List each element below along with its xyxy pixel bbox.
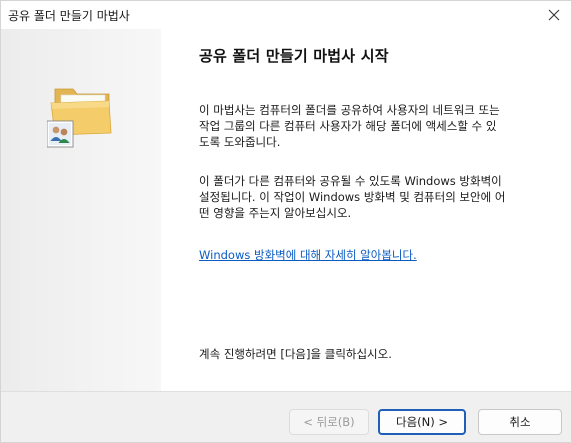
wizard-sidebar [1,29,161,391]
wizard-window: 공유 폴더 만들기 마법사 공유 폴더 만들기 마법사 시작 이 마법사는 컴퓨… [0,0,572,443]
window-title: 공유 폴더 만들기 마법사 [8,9,130,23]
firewall-line-1: 이 폴더가 다른 컴퓨터와 공유될 수 있도록 Windows 방화벽이 [199,174,502,188]
next-button[interactable]: 다음(N) > [378,409,466,435]
close-button[interactable] [537,1,571,29]
firewall-paragraph: 이 폴더가 다른 컴퓨터와 공유될 수 있도록 Windows 방화벽이 설정됩… [199,173,559,221]
shared-folder-icon [47,88,112,148]
firewall-info-link[interactable]: Windows 방화벽에 대해 자세히 알아봅니다. [199,247,417,263]
wizard-footer: < 뒤로(B) 다음(N) > 취소 [1,392,571,442]
intro-line-1: 이 마법사는 컴퓨터의 폴더를 공유하여 사용자의 네트워크 또는 [199,103,500,117]
page-title: 공유 폴더 만들기 마법사 시작 [199,47,389,65]
wizard-content: 공유 폴더 만들기 마법사 시작 이 마법사는 컴퓨터의 폴더를 공유하여 사용… [161,29,571,391]
cancel-button[interactable]: 취소 [478,409,562,435]
firewall-line-2: 설정됩니다. 이 작업이 Windows 방화벽 및 컴퓨터의 보안에 어 [199,190,506,204]
intro-line-3: 도록 도와줍니다. [199,135,281,149]
firewall-line-3: 떤 영향을 주는지 알아보십시오. [199,206,352,220]
title-bar[interactable]: 공유 폴더 만들기 마법사 [1,1,571,29]
close-icon [548,9,560,21]
intro-paragraph: 이 마법사는 컴퓨터의 폴더를 공유하여 사용자의 네트워크 또는 작업 그룹의… [199,102,559,150]
continue-instruction: 계속 진행하려면 [다음]을 클릭하십시오. [199,347,392,361]
back-button[interactable]: < 뒤로(B) [289,409,369,435]
intro-line-2: 작업 그룹의 다른 컴퓨터 사용자가 해당 폴더에 액세스할 수 있 [199,119,497,133]
